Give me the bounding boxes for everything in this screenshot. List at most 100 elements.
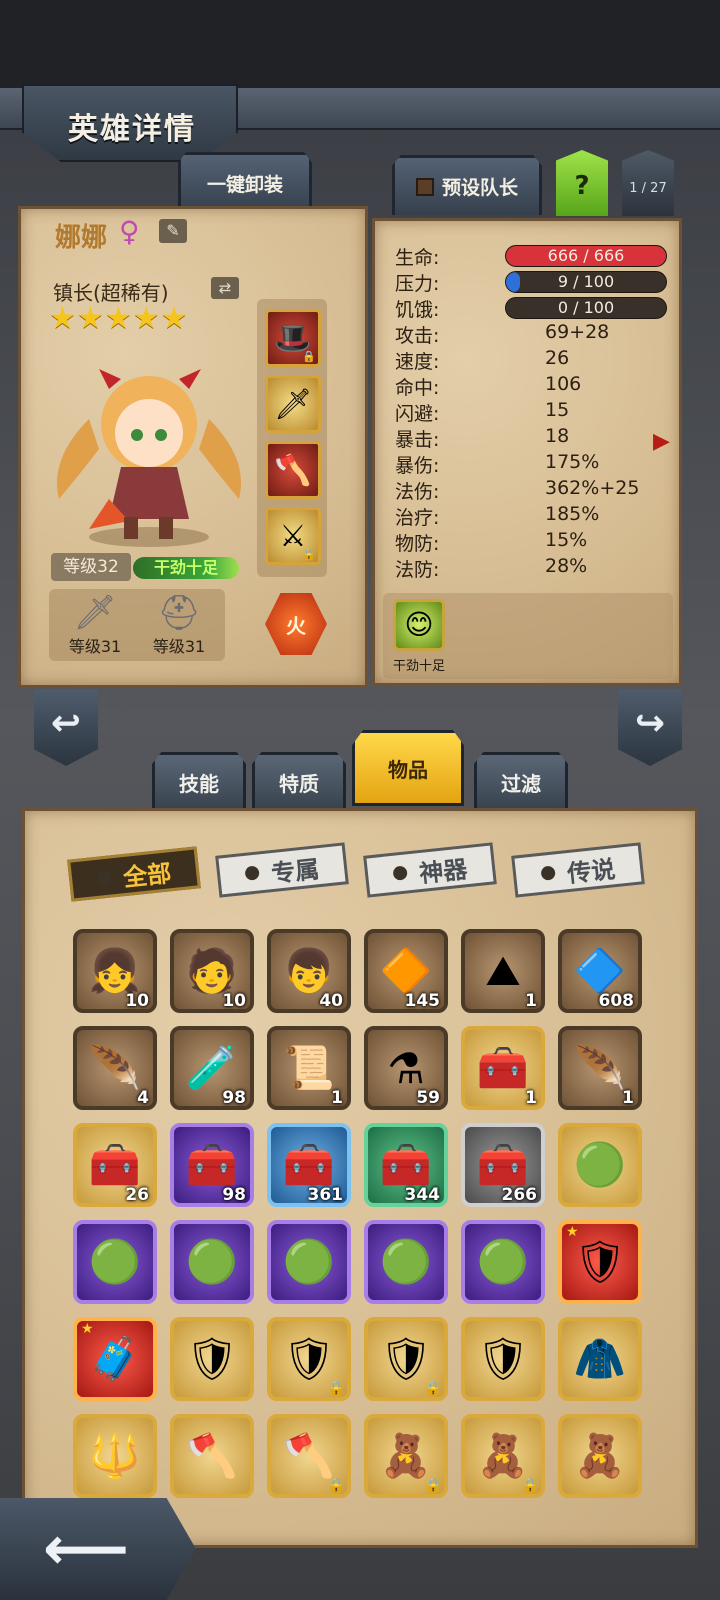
- checkbox-icon[interactable]: [415, 177, 434, 196]
- inventory-item[interactable]: 🟢: [461, 1220, 545, 1304]
- inventory-item[interactable]: 🪓: [170, 1414, 254, 1498]
- inventory-item[interactable]: 🛡 🔒: [364, 1317, 448, 1401]
- hero-portrait: [57, 369, 241, 547]
- item-count: 59: [416, 1088, 440, 1108]
- scroll-icon: 📜: [282, 1043, 336, 1092]
- armor-gear[interactable]: ⛑ 等级31: [139, 593, 219, 657]
- inventory-item[interactable]: ⚗ 59: [364, 1026, 448, 1110]
- voodoo-doll-icon: 🧸: [573, 1431, 627, 1480]
- inventory-panel: 全部 专属 神器 传说 👧 10 🧑 10 👦 40 🔶 145 ⛰ 1 🔷 608 🪶 4 🧪 98 📜 1 ⚗ 5…: [22, 808, 698, 1548]
- tab-skills[interactable]: 技能: [152, 752, 246, 812]
- flask-icon: ⚗: [387, 1043, 425, 1093]
- inventory-item[interactable]: 🧰 266: [461, 1123, 545, 1207]
- inventory-item[interactable]: 👧 10: [73, 929, 157, 1013]
- item-count: 1: [525, 991, 537, 1011]
- inventory-item[interactable]: 🧑 10: [170, 929, 254, 1013]
- inventory-item[interactable]: ⛰ 1: [461, 929, 545, 1013]
- chest-icon: 🧰: [88, 1140, 142, 1189]
- item-count: 145: [404, 991, 441, 1011]
- inventory-item[interactable]: 🧰 344: [364, 1123, 448, 1207]
- edit-icon[interactable]: ✎: [159, 219, 187, 243]
- inventory-item[interactable]: 🟢: [558, 1123, 642, 1207]
- hunger-bar: 0 / 100: [505, 297, 667, 319]
- inventory-item[interactable]: 🪓 🔒: [267, 1414, 351, 1498]
- sword-icon[interactable]: 🗡: [265, 375, 321, 433]
- inventory-item[interactable]: 🔷 608: [558, 929, 642, 1013]
- scythe-icon[interactable]: ⚔ 🔒: [265, 507, 321, 565]
- inventory-item[interactable]: 🧥: [558, 1317, 642, 1401]
- stats-card: 生命: 666 / 666 压力: 9 / 100 饥饿: 0 / 100 攻击…: [372, 218, 682, 686]
- rarity-star-icon: ★: [566, 1224, 579, 1240]
- inventory-item[interactable]: 🛡: [461, 1317, 545, 1401]
- fire-element-icon[interactable]: 火: [265, 593, 327, 655]
- radio-icon: [244, 865, 260, 881]
- inventory-item[interactable]: 🧰 98: [170, 1123, 254, 1207]
- stat-label: 闪避:: [395, 403, 440, 425]
- hunger-value: 0 / 100: [557, 298, 615, 317]
- help-button[interactable]: ?: [556, 150, 608, 216]
- tab-items[interactable]: 物品: [352, 730, 464, 806]
- filter-artifact-button[interactable]: 神器: [363, 842, 497, 898]
- inventory-item[interactable]: 📜 1: [267, 1026, 351, 1110]
- filter-legendary-button[interactable]: 传说: [511, 842, 645, 898]
- stat-label: 治疗:: [395, 507, 440, 529]
- chest-icon: 🧰: [476, 1140, 530, 1189]
- swap-icon[interactable]: ⇄: [211, 277, 239, 299]
- filter-exclusive-button[interactable]: 专属: [215, 842, 349, 898]
- energetic-trait-icon[interactable]: 😊: [393, 599, 445, 651]
- tab-traits[interactable]: 特质: [252, 752, 346, 812]
- inventory-item[interactable]: 🪶 4: [73, 1026, 157, 1110]
- inventory-item[interactable]: 🟢: [267, 1220, 351, 1304]
- inventory-item[interactable]: 🟢: [170, 1220, 254, 1304]
- shield-icon: 🛡: [282, 1334, 336, 1383]
- stat-label: 命中:: [395, 377, 440, 399]
- inventory-item[interactable]: 🛡 🔒: [267, 1317, 351, 1401]
- hero-name: 娜娜: [55, 223, 108, 253]
- red-axe-icon: 🪓: [282, 1431, 336, 1480]
- inventory-item[interactable]: 🔶 145: [364, 929, 448, 1013]
- inventory-item[interactable]: 🧸: [558, 1414, 642, 1498]
- inventory-item[interactable]: 🧰 361: [267, 1123, 351, 1207]
- inventory-item[interactable]: 🧸 🔒: [364, 1414, 448, 1498]
- inventory-item[interactable]: 🧸 🔒: [461, 1414, 545, 1498]
- item-count: 10: [222, 991, 246, 1011]
- inventory-item[interactable]: 👦 40: [267, 929, 351, 1013]
- back-button[interactable]: ⟵: [0, 1498, 196, 1600]
- star-icon: ★: [76, 301, 105, 336]
- inventory-item[interactable]: 🧪 98: [170, 1026, 254, 1110]
- hero-card: 娜娜 ♀ ✎ 镇长(超稀有) ⇄ ★★★★★ 等级32 干劲十足 🎩 🔒 🗡 🪓 …: [18, 206, 368, 688]
- expand-arrow-icon[interactable]: ▶: [653, 429, 670, 454]
- inventory-item[interactable]: 🛡 ★: [558, 1220, 642, 1304]
- chest-icon: 🧰: [379, 1140, 433, 1189]
- inventory-item[interactable]: 🧰 1: [461, 1026, 545, 1110]
- stat-label: 压力:: [395, 273, 440, 295]
- lock-icon: 🔒: [521, 1478, 539, 1494]
- wizard-hat-icon[interactable]: 🎩 🔒: [265, 309, 321, 367]
- item-count: 344: [404, 1185, 441, 1205]
- filter-label: 神器: [417, 854, 469, 888]
- pressure-bar: 9 / 100: [505, 271, 667, 293]
- preset-leader-toggle[interactable]: 预设队长: [392, 155, 542, 215]
- inventory-item[interactable]: 🧰 26: [73, 1123, 157, 1207]
- inventory-item[interactable]: 🪶 1: [558, 1026, 642, 1110]
- stat-value: 69+28: [545, 321, 610, 343]
- inventory-item[interactable]: 🔱: [73, 1414, 157, 1498]
- tab-filter[interactable]: 过滤: [474, 752, 568, 812]
- unload-all-button[interactable]: 一键卸装: [178, 152, 312, 212]
- weapon-gear[interactable]: 🗡 等级31: [55, 593, 135, 657]
- stat-value: 185%: [545, 503, 600, 525]
- green-orb-icon: 🟢: [282, 1237, 336, 1286]
- filter-all-button[interactable]: 全部: [67, 846, 201, 902]
- medkit-icon: 🧳: [88, 1334, 142, 1383]
- inventory-item[interactable]: 🧳 ★: [73, 1317, 157, 1401]
- potion-icon: 🧪: [185, 1043, 239, 1092]
- filter-label: 专属: [269, 854, 321, 888]
- inventory-item[interactable]: 🛡: [170, 1317, 254, 1401]
- axe-icon[interactable]: 🪓: [265, 441, 321, 499]
- inventory-item[interactable]: 🟢: [73, 1220, 157, 1304]
- item-count: 98: [222, 1185, 246, 1205]
- inventory-item[interactable]: 🟢: [364, 1220, 448, 1304]
- stat-label: 生命:: [395, 247, 440, 269]
- star-icon: ★: [160, 301, 189, 336]
- gear-box: 🗡 等级31 ⛑ 等级31: [49, 589, 225, 661]
